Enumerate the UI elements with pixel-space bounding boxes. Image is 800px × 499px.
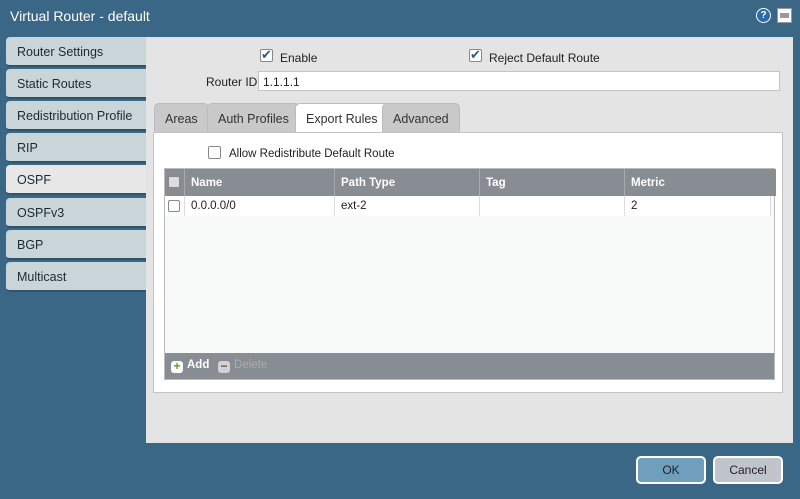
router-id-label: Router ID — [206, 75, 258, 89]
add-label: Add — [187, 359, 210, 371]
sidebar-item-ospf[interactable]: OSPF — [6, 165, 146, 195]
table-toolbar: + Add − Delete — [165, 353, 774, 379]
sidebar-item-ospfv3[interactable]: OSPFv3 — [6, 198, 146, 228]
cancel-button[interactable]: Cancel — [713, 456, 783, 484]
tab-areas[interactable]: Areas — [154, 103, 209, 133]
allow-redistribute-checkbox[interactable] — [208, 146, 221, 159]
enable-checkbox[interactable] — [260, 47, 273, 63]
export-rules-table: Name Path Type Tag Metric 0.0.0.0/0 ext-… — [164, 168, 776, 380]
sidebar-item-redistribution-profile[interactable]: Redistribution Profile — [6, 101, 146, 131]
column-header-name[interactable]: Name — [185, 169, 335, 196]
sidebar-item-rip[interactable]: RIP — [6, 133, 146, 163]
delete-label: Delete — [234, 359, 268, 371]
reject-default-route-checkbox[interactable] — [469, 47, 482, 63]
router-id-input[interactable]: 1.1.1.1 — [258, 71, 780, 91]
cell-name: 0.0.0.0/0 — [185, 196, 335, 216]
tab-export-rules[interactable]: Export Rules — [295, 103, 389, 134]
reject-default-route-label: Reject Default Route — [489, 51, 600, 65]
select-all-checkbox[interactable] — [165, 169, 185, 196]
delete-button[interactable]: − Delete — [218, 359, 267, 373]
ok-button[interactable]: OK — [636, 456, 706, 484]
sidebar-item-bgp[interactable]: BGP — [6, 230, 146, 260]
column-header-metric[interactable]: Metric — [625, 169, 776, 196]
cell-tag — [480, 196, 625, 216]
enable-label: Enable — [280, 51, 318, 65]
help-icon[interactable]: ? — [756, 8, 771, 23]
sidebar-item-static-routes[interactable]: Static Routes — [6, 69, 146, 99]
window-title: Virtual Router - default — [10, 8, 150, 24]
cell-metric: 2 — [625, 196, 771, 216]
sidebar-item-multicast[interactable]: Multicast — [6, 262, 146, 292]
sidebar-item-router-settings[interactable]: Router Settings — [6, 37, 146, 67]
add-button[interactable]: + Add — [171, 359, 209, 373]
tab-advanced[interactable]: Advanced — [382, 103, 460, 133]
minus-icon: − — [218, 360, 230, 373]
cell-path-type: ext-2 — [335, 196, 480, 216]
tab-auth-profiles[interactable]: Auth Profiles — [207, 103, 300, 133]
column-header-path-type[interactable]: Path Type — [335, 169, 480, 196]
column-header-tag[interactable]: Tag — [480, 169, 625, 196]
row-checkbox[interactable] — [165, 196, 185, 216]
allow-redistribute-label: Allow Redistribute Default Route — [229, 148, 395, 160]
plus-icon: + — [171, 360, 183, 373]
maximize-icon[interactable] — [777, 8, 792, 23]
